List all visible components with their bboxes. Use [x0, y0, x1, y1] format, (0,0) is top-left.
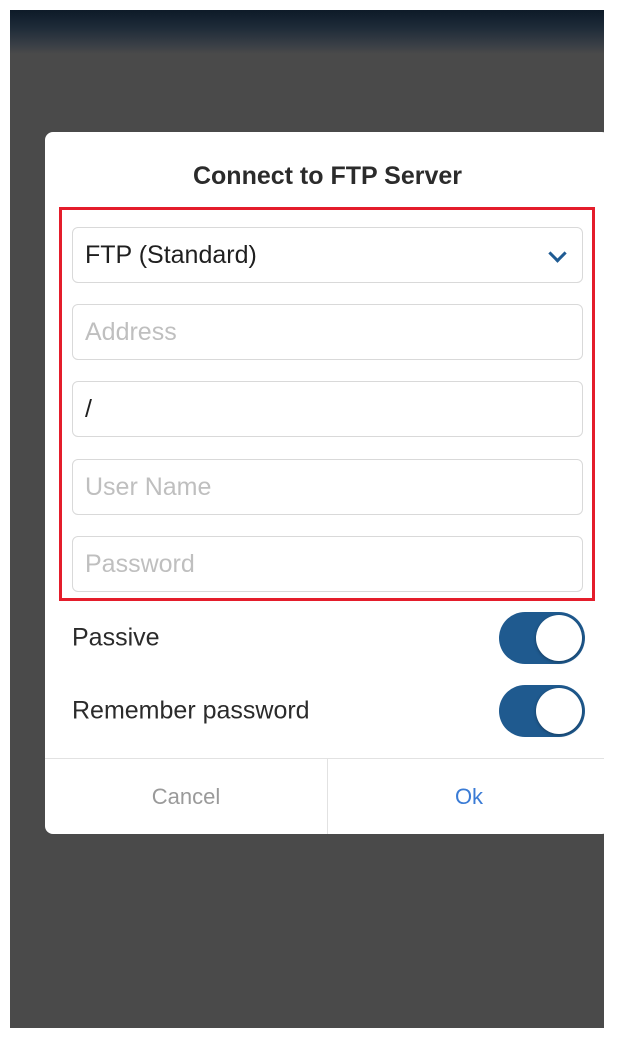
- passive-row: Passive: [72, 612, 585, 664]
- username-placeholder: User Name: [85, 472, 212, 501]
- app-screen: Connect to FTP Server FTP (Standard) Add…: [10, 10, 604, 1028]
- address-placeholder: Address: [85, 317, 177, 346]
- ok-button[interactable]: Ok: [328, 759, 604, 834]
- password-input[interactable]: Password: [72, 536, 583, 592]
- toggle-knob: [536, 688, 582, 734]
- remember-password-label: Remember password: [72, 696, 310, 725]
- passive-label: Passive: [72, 623, 160, 652]
- protocol-select-value: FTP (Standard): [85, 240, 257, 269]
- connect-ftp-dialog: Connect to FTP Server FTP (Standard) Add…: [45, 132, 604, 834]
- dialog-title: Connect to FTP Server: [192, 162, 463, 190]
- password-placeholder: Password: [85, 549, 195, 578]
- path-value: /: [85, 394, 92, 423]
- cancel-button[interactable]: Cancel: [45, 759, 328, 834]
- dialog-button-bar: Cancel Ok: [45, 758, 604, 834]
- remember-password-toggle[interactable]: [499, 685, 585, 737]
- chevron-down-icon: [548, 244, 567, 263]
- passive-toggle[interactable]: [499, 612, 585, 664]
- status-bar-shade: [10, 10, 604, 54]
- address-input[interactable]: Address: [72, 304, 583, 360]
- protocol-select[interactable]: FTP (Standard): [72, 227, 583, 283]
- path-input[interactable]: /: [72, 381, 583, 437]
- username-input[interactable]: User Name: [72, 459, 583, 515]
- remember-password-row: Remember password: [72, 685, 585, 737]
- toggle-knob: [536, 615, 582, 661]
